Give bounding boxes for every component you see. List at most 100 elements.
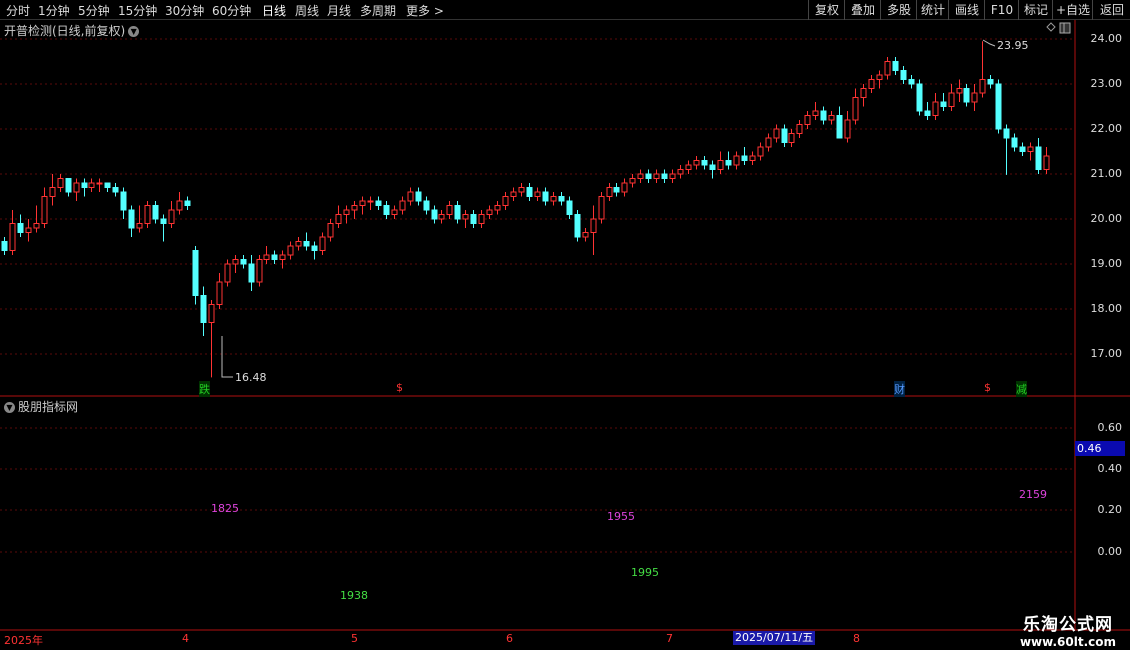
candle-body bbox=[582, 232, 589, 238]
date-label: 5 bbox=[351, 632, 358, 645]
candle-body bbox=[232, 259, 239, 265]
ind-y-tick: 0.40 bbox=[1097, 462, 1123, 475]
candle-body bbox=[788, 133, 795, 143]
candle-body bbox=[669, 173, 676, 179]
candle-body bbox=[621, 182, 628, 193]
ind-y-tick: 0.60 bbox=[1097, 421, 1123, 434]
y-tick: 22.00 bbox=[1090, 122, 1123, 135]
pane-corner-icons bbox=[1046, 22, 1071, 34]
y-tick: 20.00 bbox=[1090, 212, 1123, 225]
candle-body bbox=[892, 61, 899, 71]
candle-body bbox=[733, 155, 740, 166]
candle-body bbox=[144, 205, 151, 224]
candle-body bbox=[415, 191, 422, 202]
event-marker-finance[interactable]: 财 bbox=[894, 381, 905, 397]
candle-body bbox=[359, 200, 366, 206]
candle-body bbox=[88, 182, 95, 188]
candle-body bbox=[176, 200, 183, 211]
candle-body bbox=[836, 115, 843, 139]
candle-body bbox=[900, 70, 907, 80]
candle-body bbox=[693, 160, 700, 166]
candle-body bbox=[256, 259, 263, 283]
date-label: 8 bbox=[853, 632, 860, 645]
candle-body bbox=[494, 205, 501, 211]
candle-body bbox=[160, 218, 167, 224]
candle-body bbox=[49, 187, 56, 197]
high-price-label: 23.95 bbox=[997, 39, 1029, 52]
candle-body bbox=[367, 200, 374, 203]
diamond-icon bbox=[1046, 22, 1056, 32]
y-tick: 21.00 bbox=[1090, 167, 1123, 180]
candle-body bbox=[351, 205, 358, 211]
candle-body bbox=[271, 254, 278, 260]
candle-body bbox=[804, 115, 811, 125]
indicator-value-label: 1995 bbox=[631, 566, 659, 579]
watermark-title: 乐淘公式网 bbox=[1022, 615, 1113, 635]
current-value-badge: 0.46 bbox=[1075, 441, 1125, 456]
candle-body bbox=[550, 196, 557, 202]
event-marker-dollar-2[interactable]: $ bbox=[984, 381, 991, 394]
watermark-url: www.60lt.com bbox=[1019, 635, 1116, 649]
kline-chart[interactable] bbox=[0, 0, 1130, 650]
candle-body bbox=[963, 88, 970, 103]
candle-body bbox=[526, 187, 533, 197]
y-tick: 24.00 bbox=[1090, 32, 1123, 45]
candle-body bbox=[431, 209, 438, 220]
candle-body bbox=[510, 191, 517, 197]
candle-body bbox=[17, 223, 24, 233]
candle-body bbox=[574, 214, 581, 238]
event-marker-dollar[interactable]: $ bbox=[396, 381, 403, 394]
candle-body bbox=[25, 227, 32, 233]
indicator-value-label: 1825 bbox=[211, 502, 239, 515]
y-tick: 18.00 bbox=[1090, 302, 1123, 315]
candle-body bbox=[224, 263, 231, 283]
candle-body bbox=[104, 182, 111, 188]
candle-body bbox=[57, 178, 64, 188]
candle-body bbox=[987, 79, 994, 85]
candle-body bbox=[868, 79, 875, 89]
date-label: 6 bbox=[506, 632, 513, 645]
candle-body bbox=[81, 182, 88, 188]
candle-body bbox=[956, 88, 963, 94]
candle-body bbox=[200, 295, 207, 323]
candle-body bbox=[1011, 137, 1018, 148]
candle-body bbox=[534, 191, 541, 197]
candle-body bbox=[208, 304, 215, 323]
panel-toggle-icon bbox=[1059, 22, 1071, 34]
candle-body bbox=[717, 160, 724, 170]
y-tick: 19.00 bbox=[1090, 257, 1123, 270]
candle-body bbox=[1027, 146, 1034, 152]
candle-body bbox=[454, 205, 461, 220]
ind-y-tick: 0.20 bbox=[1097, 503, 1123, 516]
candle-body bbox=[924, 110, 931, 116]
candle-body bbox=[423, 200, 430, 211]
event-marker-drop[interactable]: 跌 bbox=[199, 381, 210, 397]
candle-body bbox=[685, 164, 692, 170]
candle-body bbox=[1003, 128, 1010, 139]
candle-body bbox=[383, 205, 390, 215]
candle-body bbox=[661, 173, 668, 179]
candle-body bbox=[598, 196, 605, 220]
indicator-pane-title[interactable]: ▼ 股朋指标网 bbox=[4, 398, 78, 415]
candle-body bbox=[725, 160, 732, 166]
grid-lines bbox=[0, 38, 1075, 553]
candle-body bbox=[979, 79, 986, 94]
candle-body bbox=[263, 254, 270, 260]
dropdown-circle-icon[interactable]: ▼ bbox=[4, 402, 15, 413]
candle-body bbox=[606, 187, 613, 197]
event-marker-reduce[interactable]: 减 bbox=[1016, 381, 1027, 397]
candle-body bbox=[749, 155, 756, 161]
candle-body bbox=[701, 160, 708, 166]
candle-body bbox=[653, 173, 660, 179]
candle-body bbox=[948, 92, 955, 107]
ind-y-tick: 0.00 bbox=[1097, 545, 1123, 558]
candle-body bbox=[112, 187, 119, 193]
candle-body bbox=[343, 209, 350, 215]
candle-body bbox=[184, 200, 191, 206]
candle-body bbox=[120, 191, 127, 211]
date-label: 7 bbox=[666, 632, 673, 645]
candle-body bbox=[446, 205, 453, 215]
candle-body bbox=[637, 173, 644, 179]
indicator-value-label: 1938 bbox=[340, 589, 368, 602]
candle-body bbox=[240, 259, 247, 265]
